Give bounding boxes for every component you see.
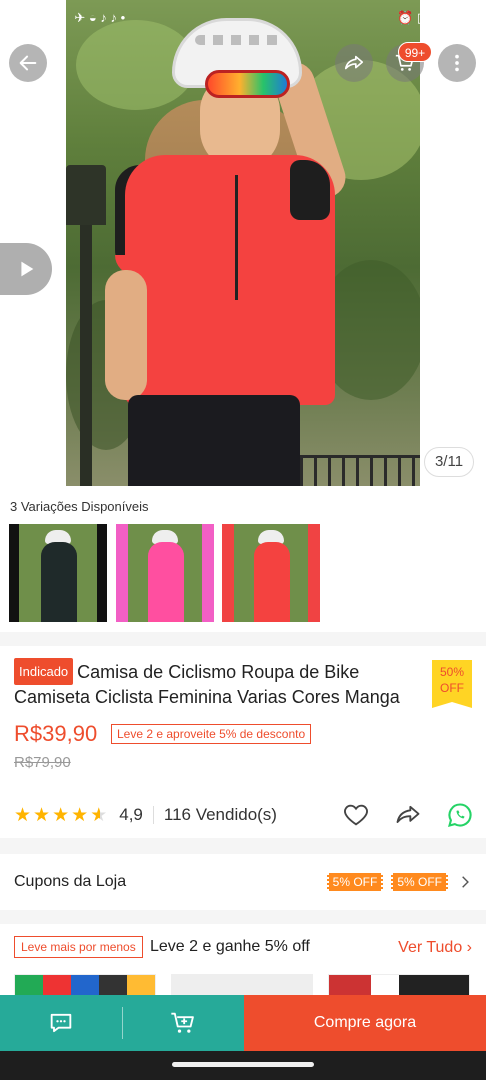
status-time: 06:49 [28, 9, 67, 27]
bundle-deal-section: Leve mais por menos Leve 2 e ganhe 5% of… [0, 924, 486, 1004]
coupon-chip: 5% OFF [391, 873, 448, 891]
share-button[interactable] [335, 44, 373, 82]
discount-percent: 50% [439, 665, 465, 679]
product-page: 06:49 ✈ ◒ ♪ ♪ • ⏰ ▯ ◥ ◢ ▮ 99+ 3/11 3 Var… [0, 0, 486, 1080]
back-button[interactable] [9, 44, 47, 82]
bottom-left-group [0, 995, 244, 1051]
chat-button[interactable] [0, 995, 122, 1051]
product-image-gallery[interactable]: 06:49 ✈ ◒ ♪ ♪ • ⏰ ▯ ◥ ◢ ▮ 99+ 3/11 [0, 0, 486, 486]
variations-label: 3 Variações Disponíveis [10, 499, 149, 514]
bottom-action-bar: Compre agora [0, 995, 486, 1051]
recommended-tag: Indicado [14, 658, 74, 685]
home-indicator[interactable] [172, 1062, 314, 1067]
star-icon: ★ [14, 804, 32, 826]
jersey-zip [235, 175, 238, 300]
coupon-chips: 5% OFF 5% OFF [326, 873, 448, 891]
rating-stars: ★ ★ ★ ★ ★ [14, 804, 107, 827]
rating-value: 4,9 [119, 805, 143, 824]
model-shorts [128, 395, 300, 486]
model-sunglasses [205, 70, 290, 98]
product-actions [342, 801, 474, 829]
system-icons: ⏰ ▯ ◥ ◢ ▮ [397, 10, 462, 25]
variations-section: 3 Variações Disponíveis [0, 486, 486, 632]
buy-now-button[interactable]: Compre agora [244, 995, 486, 1051]
star-icon: ★ [52, 804, 70, 826]
heart-icon[interactable] [342, 801, 370, 829]
status-bar: 06:49 ✈ ◒ ♪ ♪ • ⏰ ▯ ◥ ◢ ▮ [0, 0, 486, 36]
variation-thumb-pink[interactable] [116, 524, 214, 622]
see-all-label: Ver Tudo [398, 939, 463, 956]
arrow-left-icon [19, 55, 37, 71]
star-half-icon: ★ [90, 804, 108, 826]
discount-badge: 50% OFF [432, 660, 472, 708]
bundle-tag: Leve mais por menos [14, 936, 143, 958]
image-counter: 3/11 [424, 447, 474, 477]
add-to-cart-button[interactable] [123, 995, 245, 1051]
variation-thumb-black[interactable] [9, 524, 107, 622]
store-coupons-row[interactable]: Cupons da Loja 5% OFF 5% OFF [0, 854, 486, 910]
bundle-text: Leve 2 e ganhe 5% off [150, 938, 310, 955]
coupon-chip: 5% OFF [326, 873, 384, 891]
current-price: R$39,90 [14, 721, 98, 746]
divider [152, 806, 154, 824]
lamp-decor [66, 165, 106, 225]
coupons-label: Cupons da Loja [14, 873, 127, 890]
whatsapp-icon[interactable] [446, 801, 474, 829]
play-video-button[interactable] [0, 243, 52, 295]
see-all-link[interactable]: Ver Tudo › [398, 939, 472, 957]
share-icon[interactable] [394, 801, 422, 829]
star-icon: ★ [71, 804, 89, 826]
original-price: R$79,90 [14, 754, 71, 771]
chat-icon [50, 1013, 72, 1033]
play-icon [21, 261, 34, 277]
sold-count: 116 Vendido(s) [163, 805, 277, 824]
fence-decor [300, 455, 420, 486]
share-icon [344, 55, 364, 70]
product-title-block: Indicado Camisa de Ciclismo Roupa de Bike… [14, 658, 424, 710]
product-info-section: Indicado Camisa de Ciclismo Roupa de Bike… [0, 646, 486, 838]
chevron-right-icon [462, 876, 469, 888]
jersey-sleeve [290, 160, 330, 220]
rating-row: ★ ★ ★ ★ ★ 4,9 116 Vendido(s) [14, 800, 474, 830]
add-cart-icon [171, 1012, 195, 1033]
lamp-post-decor [80, 225, 92, 486]
more-vertical-icon [455, 54, 459, 72]
promo-label[interactable]: Leve 2 e aproveite 5% de desconto [111, 724, 312, 744]
notification-icons: ✈ ◒ ♪ ♪ • [74, 10, 126, 25]
model-arm [105, 270, 147, 400]
more-options-button[interactable] [438, 44, 476, 82]
discount-word: OFF [440, 681, 464, 695]
star-icon: ★ [33, 804, 51, 826]
cart-count-badge: 99+ [398, 42, 432, 62]
variation-thumb-red[interactable] [222, 524, 320, 622]
